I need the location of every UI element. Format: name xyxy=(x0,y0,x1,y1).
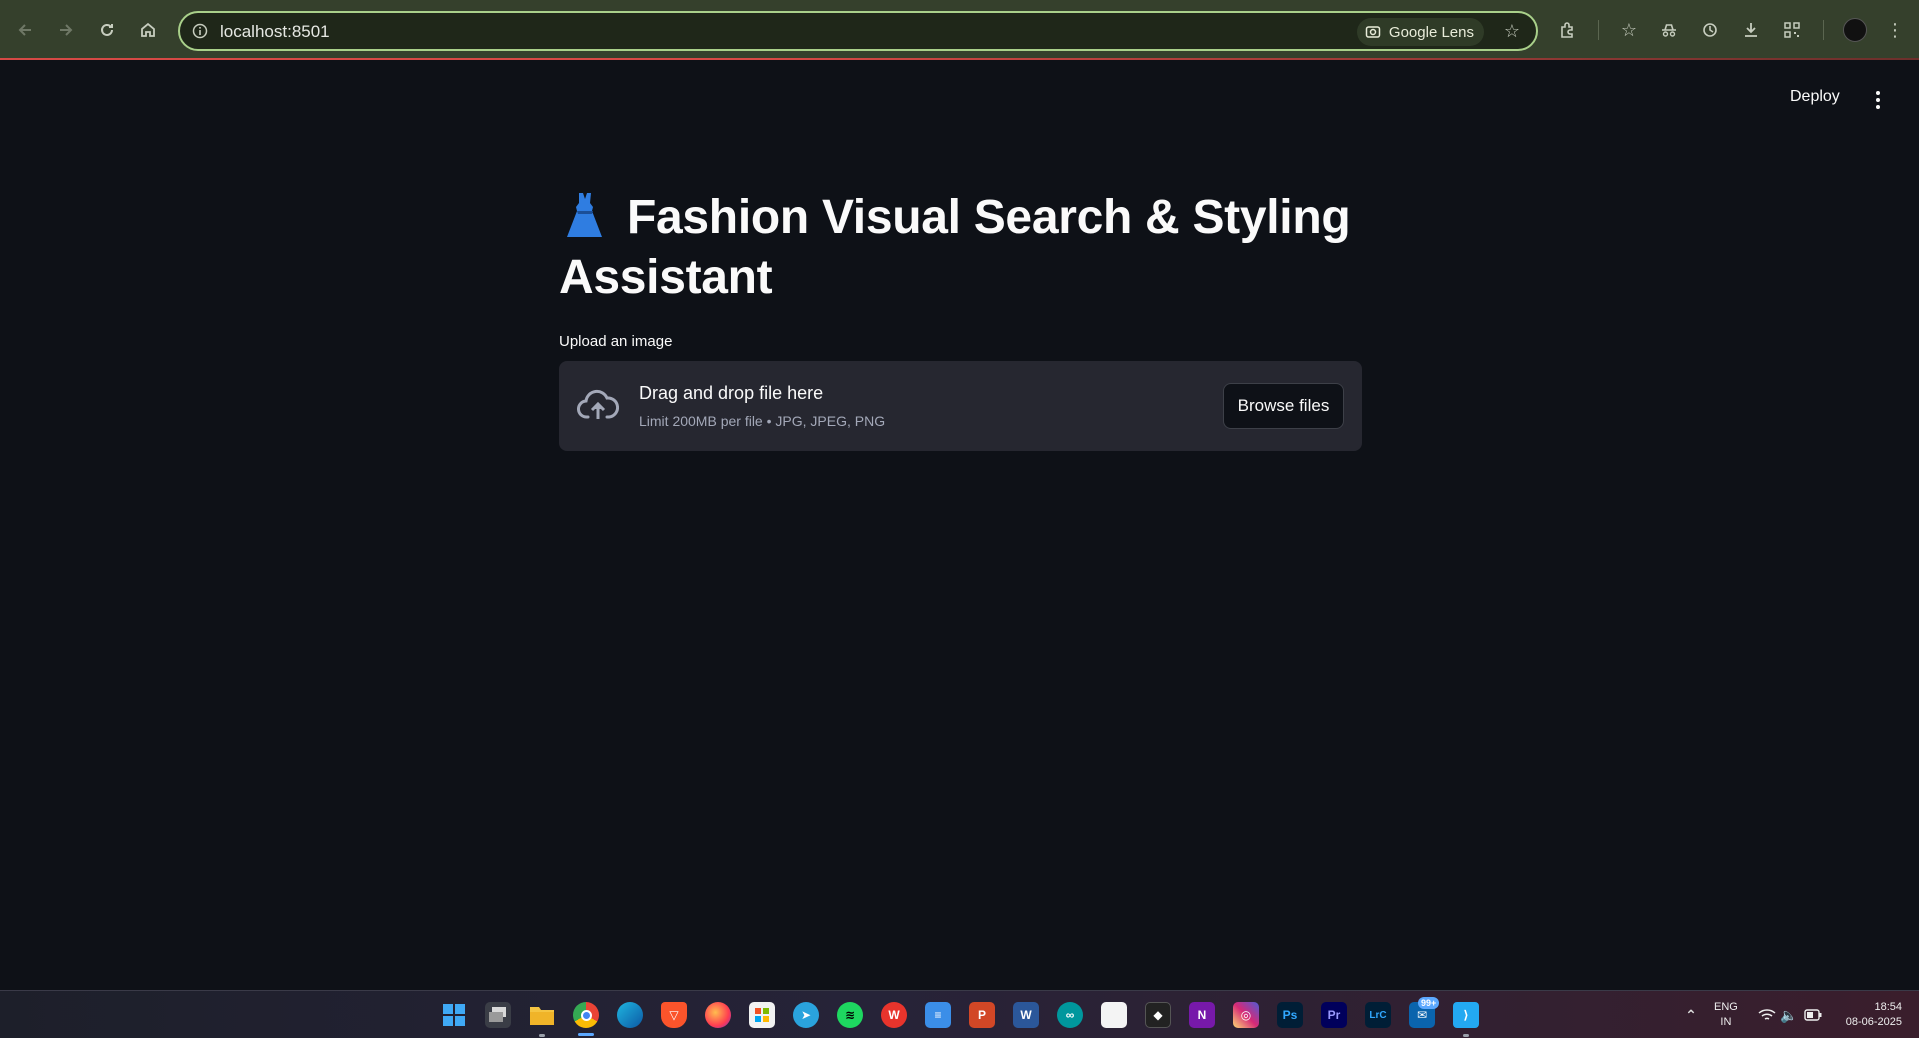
download-icon[interactable] xyxy=(1738,17,1764,43)
volume-icon[interactable]: 🔈 xyxy=(1776,1002,1802,1028)
lens-icon xyxy=(1365,26,1381,38)
active-app-indicator xyxy=(578,1033,594,1036)
clock[interactable]: 18:54 08-06-2025 xyxy=(1838,1000,1902,1030)
google-lens-button[interactable]: Google Lens xyxy=(1356,18,1484,46)
dropzone-title: Drag and drop file here xyxy=(639,383,824,403)
google-lens-label: Google Lens xyxy=(1388,23,1474,41)
firefox-icon[interactable] xyxy=(705,1002,731,1028)
chrome-icon[interactable] xyxy=(573,1002,599,1028)
extensions-icon[interactable] xyxy=(1554,17,1580,43)
running-indicator xyxy=(1463,1034,1469,1037)
clock-time: 18:54 xyxy=(1874,1001,1902,1013)
page-load-bar xyxy=(0,58,1919,60)
toolbar-divider xyxy=(1598,20,1599,40)
edge-icon[interactable] xyxy=(617,1002,643,1028)
qr-icon[interactable] xyxy=(1779,17,1805,43)
history-icon[interactable] xyxy=(1697,17,1723,43)
reload-icon[interactable] xyxy=(94,17,120,43)
photoshop-icon[interactable]: Ps xyxy=(1277,1002,1303,1028)
cloud-upload-icon xyxy=(577,389,619,419)
clock-date: 08-06-2025 xyxy=(1845,1016,1902,1028)
arduino-icon[interactable]: ∞ xyxy=(1057,1002,1083,1028)
brave-icon[interactable]: ▽ xyxy=(661,1002,687,1028)
premiere-pro-icon[interactable]: Pr xyxy=(1321,1002,1347,1028)
language-code: ENG xyxy=(1714,1001,1738,1013)
start-icon[interactable] xyxy=(441,1002,467,1028)
home-icon[interactable] xyxy=(135,17,161,43)
file-explorer-icon[interactable] xyxy=(529,1002,555,1028)
browse-files-button[interactable]: Browse files xyxy=(1223,383,1344,429)
file-dropzone[interactable]: Drag and drop file here Limit 200MB per … xyxy=(559,361,1362,451)
notepad-icon[interactable]: ≡ xyxy=(925,1002,951,1028)
address-bar[interactable]: localhost:8501 Google Lens ☆ xyxy=(178,11,1538,51)
upload-label: Upload an image xyxy=(559,333,673,350)
davinci-resolve-icon[interactable]: ◆ xyxy=(1145,1002,1171,1028)
dropzone-subtitle: Limit 200MB per file • JPG, JPEG, PNG xyxy=(639,413,886,429)
windows-taskbar: ▽ ➤ ≋ W ≡ P W ∞ ◆ N ◎ Ps Pr LrC ✉ 99+ ⟩ … xyxy=(0,990,1919,1038)
browser-toolbar: localhost:8501 Google Lens ☆ ☆ ⋮ xyxy=(0,0,1919,60)
url-text[interactable]: localhost:8501 xyxy=(220,22,330,42)
chevron-up-icon[interactable]: ⌃ xyxy=(1678,1002,1704,1028)
powerpoint-icon[interactable]: P xyxy=(969,1002,995,1028)
site-info-icon[interactable] xyxy=(190,21,210,41)
instagram-icon[interactable]: ◎ xyxy=(1233,1002,1259,1028)
running-indicator xyxy=(539,1034,545,1037)
profile-avatar-icon[interactable] xyxy=(1843,18,1867,42)
wps-office-icon[interactable]: W xyxy=(881,1002,907,1028)
deploy-button[interactable]: Deploy xyxy=(1790,88,1840,106)
task-view-icon[interactable] xyxy=(485,1002,511,1028)
notification-badge: 99+ xyxy=(1418,997,1440,1009)
back-icon[interactable] xyxy=(12,17,38,43)
microsoft-store-icon[interactable] xyxy=(749,1002,775,1028)
page-title-text: Fashion Visual Search & Styling Assistan… xyxy=(559,191,1351,304)
incognito-icon[interactable] xyxy=(1656,17,1682,43)
toolbar-divider xyxy=(1823,20,1824,40)
forward-icon[interactable] xyxy=(53,17,79,43)
bookmarks-icon[interactable]: ☆ xyxy=(1616,17,1642,43)
onenote-icon[interactable]: N xyxy=(1189,1002,1215,1028)
vscode-icon[interactable]: ⟩ xyxy=(1453,1002,1479,1028)
region-code: IN xyxy=(1720,1016,1732,1028)
main-menu-icon[interactable] xyxy=(1866,88,1890,112)
file-icon[interactable] xyxy=(1101,1002,1127,1028)
word-icon[interactable]: W xyxy=(1013,1002,1039,1028)
dress-icon xyxy=(567,193,602,237)
bookmark-star-icon[interactable]: ☆ xyxy=(1500,19,1524,43)
main-content: Fashion Visual Search & Styling Assistan… xyxy=(559,188,1362,308)
language-indicator[interactable]: ENG IN xyxy=(1714,1000,1738,1030)
telegram-icon[interactable]: ➤ xyxy=(793,1002,819,1028)
battery-icon[interactable] xyxy=(1800,1002,1826,1028)
spotify-icon[interactable]: ≋ xyxy=(837,1002,863,1028)
lightroom-classic-icon[interactable]: LrC xyxy=(1365,1002,1391,1028)
chrome-menu-icon[interactable]: ⋮ xyxy=(1882,17,1908,43)
page-title: Fashion Visual Search & Styling Assistan… xyxy=(559,188,1362,308)
